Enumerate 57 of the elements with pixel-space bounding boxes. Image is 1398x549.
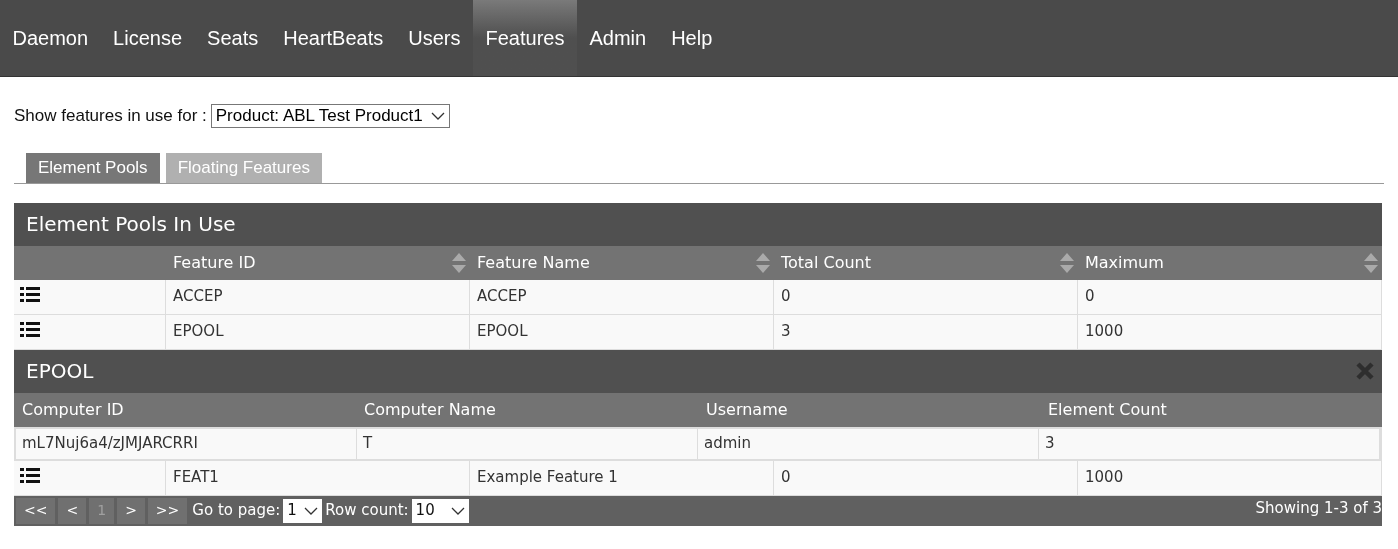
table-cell: T bbox=[357, 428, 698, 459]
chevron-icon bbox=[304, 506, 319, 515]
table-cell: mL7Nuj6a4/zJMJARCRRI bbox=[16, 428, 357, 459]
list-icon[interactable] bbox=[20, 286, 40, 303]
sort-icon[interactable] bbox=[452, 252, 466, 273]
page-label: Go to page: bbox=[192, 500, 281, 522]
table-cell: 3 bbox=[774, 314, 1078, 349]
pager-button[interactable]: > bbox=[117, 497, 145, 524]
column-header[interactable]: Feature ID bbox=[173, 250, 256, 275]
close-icon[interactable] bbox=[1356, 362, 1374, 380]
page-select[interactable]: 1 bbox=[283, 498, 323, 523]
nav-tab[interactable]: License bbox=[100, 0, 195, 76]
row-count-select[interactable]: 10 bbox=[411, 498, 469, 523]
table-cell: 1000 bbox=[1078, 314, 1382, 349]
product-select[interactable]: Product: ABL Test Product1 bbox=[210, 103, 450, 128]
table-cell: 0 bbox=[774, 460, 1078, 495]
table-title: Element Pools In Use bbox=[14, 202, 1382, 246]
table-cell: admin bbox=[698, 428, 1039, 459]
table-cell: FEAT1 bbox=[166, 460, 470, 495]
chevron-icon bbox=[450, 506, 465, 515]
nav-tab[interactable]: Admin bbox=[576, 0, 659, 76]
sort-icon[interactable] bbox=[756, 252, 770, 273]
tab[interactable]: Element Pools bbox=[26, 152, 160, 183]
table-cell: ACCEP bbox=[470, 279, 774, 314]
column-header[interactable]: Feature Name bbox=[477, 250, 590, 275]
list-icon[interactable] bbox=[20, 321, 40, 338]
table-cell: EPOOL bbox=[166, 314, 470, 349]
nav-tab[interactable]: Users bbox=[395, 0, 473, 76]
list-icon[interactable] bbox=[20, 467, 40, 484]
pager-button[interactable]: << bbox=[16, 497, 56, 524]
table-cell: 0 bbox=[1078, 279, 1382, 314]
table-cell: Example Feature 1 bbox=[470, 460, 774, 495]
table-cell: ACCEP bbox=[166, 279, 470, 314]
column-header: Element Count bbox=[1048, 398, 1167, 421]
table-cell: EPOOL bbox=[470, 314, 774, 349]
detail-title: EPOOL bbox=[26, 358, 94, 385]
table-cell: 3 bbox=[1039, 428, 1380, 459]
column-header[interactable]: Maximum bbox=[1085, 250, 1164, 275]
column-header: Computer ID bbox=[22, 398, 124, 421]
nav-tab[interactable]: Daemon bbox=[0, 0, 101, 76]
sort-icon[interactable] bbox=[1060, 252, 1074, 273]
nav-tab[interactable]: Seats bbox=[194, 0, 271, 76]
nav-tab[interactable]: HeartBeats bbox=[270, 0, 396, 76]
row-count-label: Row count: bbox=[325, 500, 409, 522]
sort-icon[interactable] bbox=[1364, 252, 1378, 273]
column-header: Username bbox=[706, 398, 788, 421]
showing-status: Showing 1-3 of 3 bbox=[1255, 497, 1382, 519]
table-cell: 0 bbox=[774, 279, 1078, 314]
nav-tab[interactable]: Help bbox=[658, 0, 725, 76]
table-cell: 1000 bbox=[1078, 460, 1382, 495]
pager-button[interactable]: < bbox=[58, 497, 87, 524]
pager-button[interactable]: >> bbox=[147, 497, 188, 524]
column-header[interactable]: Total Count bbox=[781, 250, 871, 275]
nav-tab[interactable]: Features bbox=[473, 0, 577, 76]
chevron-icon bbox=[430, 111, 445, 120]
column-header: Computer Name bbox=[364, 398, 496, 421]
filter-label: Show features in use for : bbox=[14, 105, 207, 127]
